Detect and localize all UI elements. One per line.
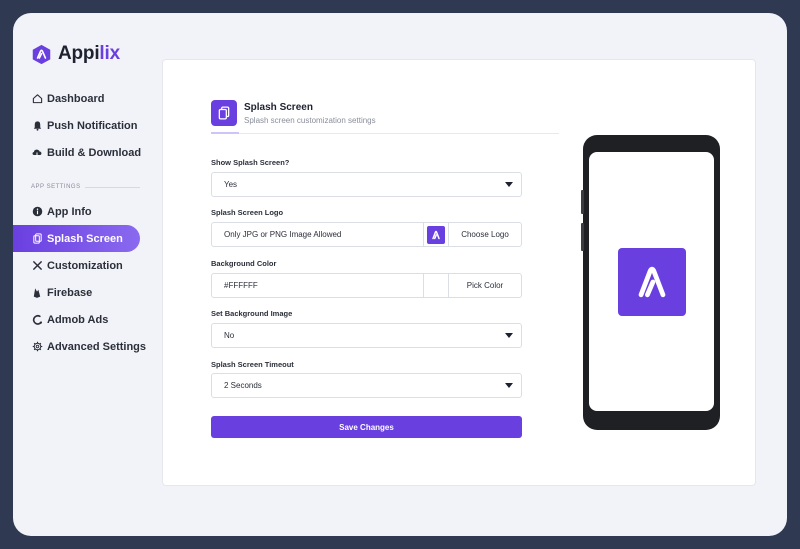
gear-icon	[31, 341, 43, 353]
sidebar-item-label: Firebase	[47, 286, 93, 299]
background-image-value: No	[224, 331, 235, 340]
splash-timeout-select[interactable]: 2 Seconds	[211, 373, 522, 398]
sidebar-item-label: Build & Download	[47, 146, 142, 159]
phone-power-button	[581, 223, 584, 251]
show-splash-label: Show Splash Screen?	[211, 158, 290, 167]
page-subtitle: Splash screen customization settings	[244, 116, 376, 125]
background-image-label: Set Background Image	[211, 309, 293, 318]
caret-down-icon	[505, 333, 513, 338]
sidebar-item-label: Customization	[47, 259, 123, 272]
show-splash-value: Yes	[224, 180, 238, 189]
sidebar-item-app-info[interactable]: App Info	[13, 198, 173, 225]
settings-card: Splash Screen Splash screen customizatio…	[162, 59, 756, 486]
home-icon	[31, 93, 43, 105]
color-swatch[interactable]	[423, 274, 448, 297]
sidebar-item-label: Admob Ads	[47, 313, 109, 326]
caret-down-icon	[505, 383, 513, 388]
page-title: Splash Screen	[244, 102, 313, 113]
app-window: Appilix Dashboard Push Notification Buil…	[13, 13, 787, 536]
bell-icon	[31, 120, 43, 132]
splash-logo-placeholder: Only JPG or PNG Image Allowed	[224, 230, 342, 239]
splash-logo-field[interactable]: Only JPG or PNG Image Allowed Choose Log…	[211, 222, 522, 247]
sidebar-item-label: App Info	[47, 205, 92, 218]
sidebar-settings-nav: App Info Splash Screen Customization Fir…	[13, 198, 173, 360]
brand-name: Appilix	[58, 43, 120, 64]
header-divider	[211, 133, 559, 134]
splash-timeout-label: Splash Screen Timeout	[211, 360, 294, 369]
sidebar-item-customization[interactable]: Customization	[13, 252, 173, 279]
sidebar-item-dashboard[interactable]: Dashboard	[13, 85, 173, 112]
sidebar-item-push-notification[interactable]: Push Notification	[13, 112, 173, 139]
sidebar-item-label: Splash Screen	[47, 232, 123, 245]
background-color-field[interactable]: #FFFFFF Pick Color	[211, 273, 522, 298]
splash-preview-logo-icon	[618, 248, 686, 316]
section-divider	[85, 187, 140, 188]
background-color-value: #FFFFFF	[224, 281, 258, 290]
sidebar-item-admob-ads[interactable]: Admob Ads	[13, 306, 173, 333]
splash-timeout-value: 2 Seconds	[224, 381, 262, 390]
header-divider-accent	[211, 132, 239, 134]
appilix-logo-icon	[32, 44, 51, 64]
sidebar-item-label: Dashboard	[47, 92, 105, 105]
sidebar-item-splash-screen[interactable]: Splash Screen	[13, 225, 140, 252]
splash-icon	[211, 100, 237, 126]
background-image-select[interactable]: No	[211, 323, 522, 348]
sidebar-item-firebase[interactable]: Firebase	[13, 279, 173, 306]
admob-icon	[31, 314, 43, 326]
show-splash-select[interactable]: Yes	[211, 172, 522, 197]
logo-thumbnail	[423, 223, 448, 246]
cloud-download-icon	[31, 147, 43, 159]
sidebar-item-label: Push Notification	[47, 119, 138, 132]
background-color-label: Background Color	[211, 259, 277, 268]
phone-volume-button	[581, 190, 584, 214]
phone-preview	[581, 135, 720, 430]
sidebar-nav: Dashboard Push Notification Build & Down…	[13, 85, 173, 166]
phone-screen	[589, 152, 714, 411]
caret-down-icon	[505, 182, 513, 187]
info-icon	[31, 206, 43, 218]
brand-logo[interactable]: Appilix	[31, 43, 120, 65]
firebase-icon	[31, 287, 43, 299]
section-label-app-settings: APP SETTINGS	[31, 184, 81, 190]
sidebar-item-build-download[interactable]: Build & Download	[13, 139, 173, 166]
splash-icon	[31, 233, 43, 245]
sidebar-item-advanced-settings[interactable]: Advanced Settings	[13, 333, 173, 360]
splash-logo-label: Splash Screen Logo	[211, 208, 284, 217]
pick-color-button[interactable]: Pick Color	[448, 274, 521, 297]
appilix-logo-icon	[427, 225, 445, 244]
save-changes-button[interactable]: Save Changes	[211, 416, 522, 438]
tools-icon	[31, 260, 43, 272]
choose-logo-button[interactable]: Choose Logo	[448, 223, 521, 246]
sidebar-item-label: Advanced Settings	[47, 340, 147, 353]
